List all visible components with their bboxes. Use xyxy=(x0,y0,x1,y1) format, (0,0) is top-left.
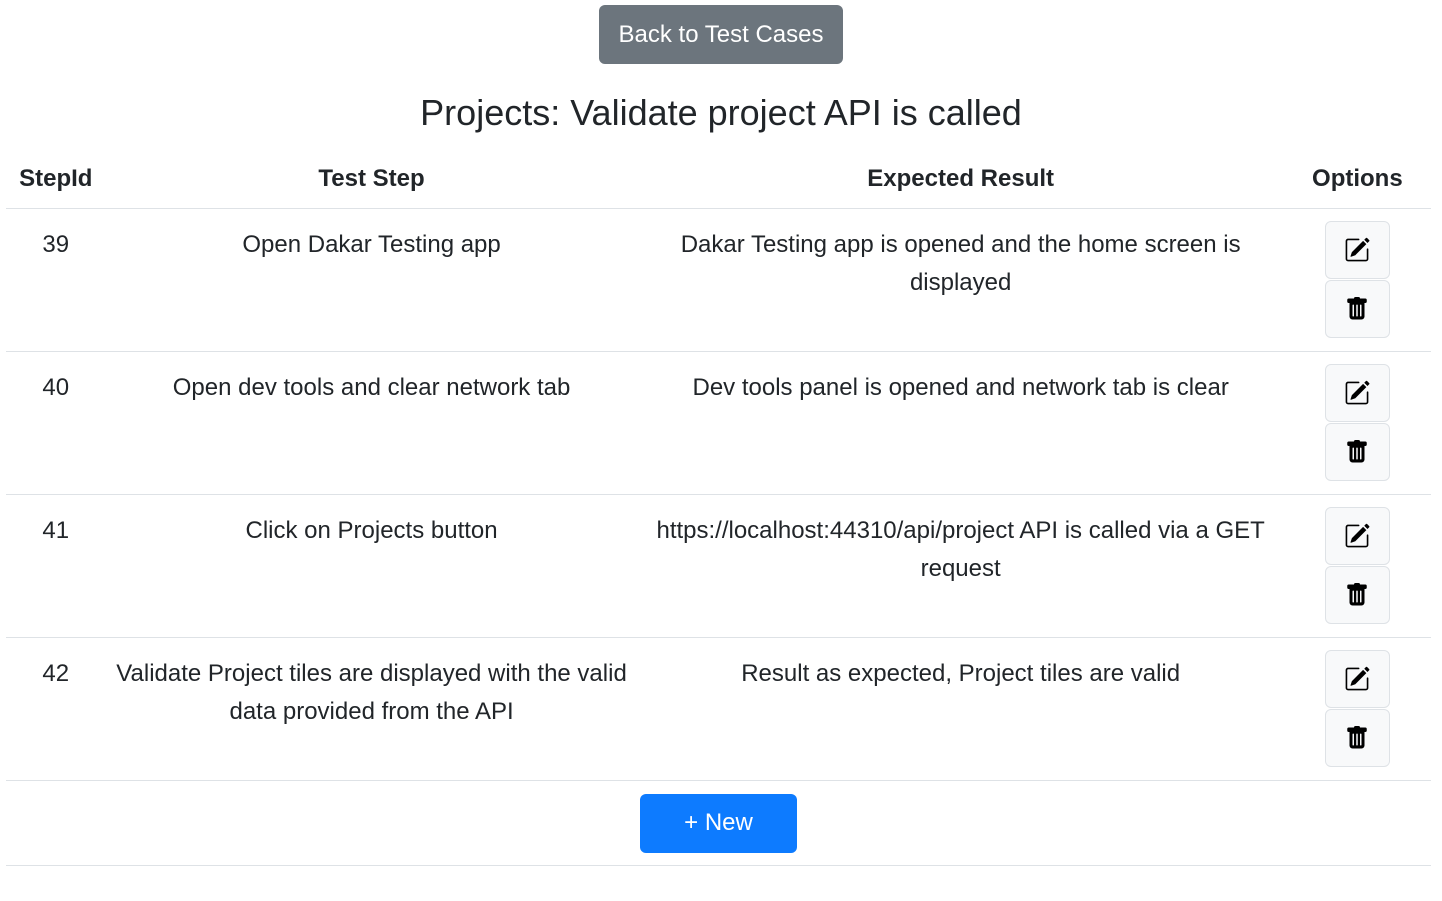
page-title: Projects: Validate project API is called xyxy=(420,92,1022,133)
expected-result-cell: https://localhost:44310/api/project API … xyxy=(637,494,1284,638)
table-row: 40 Open dev tools and clear network tab … xyxy=(6,351,1431,495)
edit-step-button[interactable] xyxy=(1324,507,1390,565)
edit-icon xyxy=(1345,380,1370,405)
table-header-row: StepId Test Step Expected Result Options xyxy=(6,150,1431,209)
delete-step-button[interactable] xyxy=(1324,423,1390,481)
edit-step-button[interactable] xyxy=(1324,221,1390,279)
edit-icon xyxy=(1345,237,1370,262)
step-id-cell: 40 xyxy=(6,351,106,495)
table-row: 42 Validate Project tiles are displayed … xyxy=(6,637,1431,781)
test-steps-table: StepId Test Step Expected Result Options… xyxy=(6,150,1431,866)
back-to-test-cases-button[interactable]: Back to Test Cases xyxy=(598,5,844,64)
trash-icon xyxy=(1347,297,1368,320)
step-id-cell: 39 xyxy=(6,208,106,352)
delete-step-button[interactable] xyxy=(1324,709,1390,767)
expected-result-cell: Dakar Testing app is opened and the home… xyxy=(637,208,1284,352)
edit-step-button[interactable] xyxy=(1324,650,1390,708)
test-step-cell: Open Dakar Testing app xyxy=(105,208,638,352)
options-cell xyxy=(1283,494,1431,638)
options-cell xyxy=(1283,637,1431,781)
edit-icon xyxy=(1345,666,1370,691)
test-step-cell: Click on Projects button xyxy=(105,494,638,638)
delete-step-button[interactable] xyxy=(1324,566,1390,624)
table-row: 41 Click on Projects button https://loca… xyxy=(6,494,1431,638)
top-bar: Back to Test Cases xyxy=(0,5,1442,64)
trash-icon xyxy=(1347,583,1368,606)
expected-result-cell: Dev tools panel is opened and network ta… xyxy=(637,351,1284,495)
trash-icon xyxy=(1347,726,1368,749)
new-step-button[interactable]: + New xyxy=(640,793,797,853)
column-header-stepid: StepId xyxy=(6,150,106,209)
edit-icon xyxy=(1345,523,1370,548)
new-step-row: + New xyxy=(6,780,1431,866)
options-cell xyxy=(1283,208,1431,352)
delete-step-button[interactable] xyxy=(1324,280,1390,338)
step-id-cell: 41 xyxy=(6,494,106,638)
edit-step-button[interactable] xyxy=(1324,364,1390,422)
new-step-cell: + New xyxy=(6,780,1431,866)
step-id-cell: 42 xyxy=(6,637,106,781)
test-steps-page: Back to Test Cases Projects: Validate pr… xyxy=(0,0,1442,901)
column-header-test-step: Test Step xyxy=(105,150,638,209)
trash-icon xyxy=(1347,440,1368,463)
test-step-cell: Open dev tools and clear network tab xyxy=(105,351,638,495)
column-header-expected-result: Expected Result xyxy=(637,150,1284,209)
test-step-cell: Validate Project tiles are displayed wit… xyxy=(105,637,638,781)
options-cell xyxy=(1283,351,1431,495)
expected-result-cell: Result as expected, Project tiles are va… xyxy=(637,637,1284,781)
table-row: 39 Open Dakar Testing app Dakar Testing … xyxy=(6,208,1431,352)
column-header-options: Options xyxy=(1283,150,1431,209)
